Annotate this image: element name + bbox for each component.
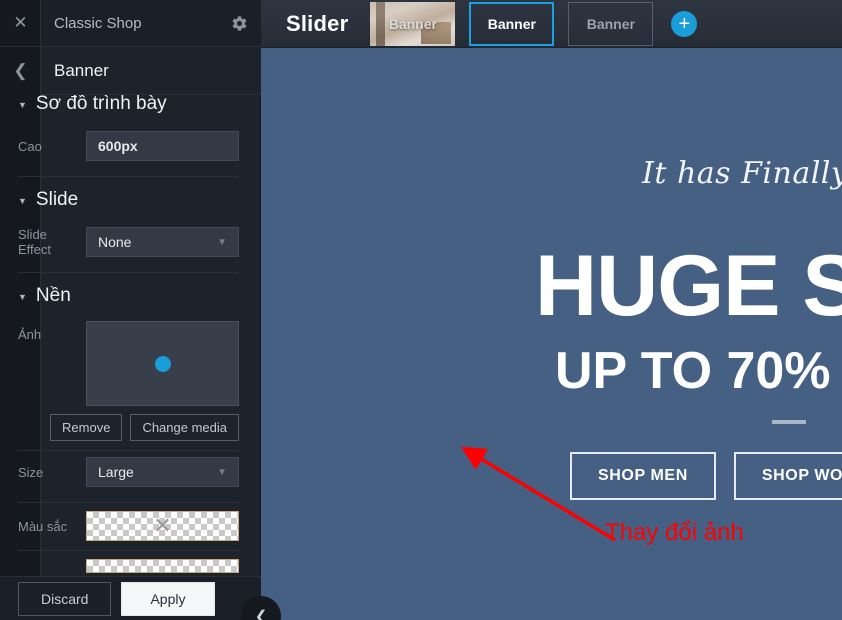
- height-row: Cao 600px: [0, 125, 261, 167]
- hero-banner: It has Finally sta HUGE S UP TO 70% SHOP…: [260, 48, 842, 620]
- hero-button-group: SHOP MEN SHOP WOMEN: [570, 452, 842, 500]
- sidebar-header: Classic Shop: [41, 0, 261, 47]
- height-input[interactable]: 600px: [86, 131, 239, 161]
- banner-tab-2[interactable]: Banner: [469, 1, 555, 46]
- gear-icon[interactable]: [231, 15, 248, 32]
- slider-toolbar: Slider Banner Banner Banner +: [260, 0, 842, 48]
- shop-women-button[interactable]: SHOP WOMEN: [733, 452, 842, 500]
- shop-men-button[interactable]: SHOP MEN: [570, 452, 716, 500]
- hero-divider-bottom: [772, 420, 806, 424]
- hero-subheadline: UP TO 70%: [555, 342, 831, 400]
- chevron-down-icon: ▼: [217, 466, 227, 478]
- banner-tab-2-label: Banner: [487, 15, 536, 32]
- banner-tab-3-label: Banner: [586, 15, 635, 32]
- banner-tab-1-label: Banner: [388, 15, 437, 32]
- annotation-label: Thay đổi ảnh: [605, 519, 744, 546]
- remove-button[interactable]: Remove: [50, 414, 123, 441]
- section-background-label: Nền: [35, 285, 71, 306]
- image-row: Ảnh: [0, 317, 261, 406]
- image-label: Ảnh: [18, 327, 42, 342]
- add-banner-button[interactable]: +: [671, 10, 698, 37]
- slide-effect-value: None: [98, 234, 132, 250]
- section-background[interactable]: ▼ Nền: [0, 273, 261, 317]
- banner-tab-1[interactable]: Banner: [370, 1, 456, 46]
- color-swatch[interactable]: ✕: [86, 511, 239, 541]
- slide-effect-select[interactable]: None ▼: [86, 227, 239, 257]
- back-arrow-icon[interactable]: ❮: [0, 47, 41, 94]
- page-title: Banner: [54, 60, 109, 80]
- sidebar-footer: Discard Apply: [0, 576, 261, 620]
- height-label: Cao: [18, 138, 42, 154]
- section-layout-label: Sơ đồ trình bày: [35, 95, 167, 114]
- apply-button[interactable]: Apply: [121, 581, 215, 616]
- section-layout[interactable]: ▼ Sơ đồ trình bày: [0, 95, 261, 125]
- hero-headline: HUGE S: [535, 238, 842, 334]
- close-icon[interactable]: ✕: [0, 0, 41, 47]
- sidebar-scroll-content[interactable]: ▼ Sơ đồ trình bày Cao 600px ▼ Slide Slid…: [0, 95, 261, 590]
- slider-title: Slider: [286, 10, 349, 36]
- size-select[interactable]: Large ▼: [86, 457, 239, 487]
- shop-name-label: Classic Shop: [54, 14, 142, 32]
- chevron-down-icon: ▼: [217, 236, 227, 248]
- app-root: Slider Banner Banner Banner + It has Fin…: [0, 0, 842, 620]
- transparent-x-icon: ✕: [153, 513, 172, 538]
- caret-down-icon: ▼: [18, 291, 27, 302]
- slide-effect-row: Slide Effect None ▼: [0, 221, 261, 263]
- settings-sidebar: ✕ ❮ Classic Shop Banner ▼ Sơ đồ trình bà…: [0, 0, 281, 620]
- banner-tab-3[interactable]: Banner: [568, 1, 654, 46]
- color-swatch-secondary[interactable]: [86, 559, 239, 573]
- discard-button[interactable]: Discard: [18, 581, 112, 616]
- loading-spinner-icon: [154, 355, 171, 372]
- color-label: Màu sắc: [18, 518, 68, 534]
- change-media-button[interactable]: Change media: [130, 414, 239, 441]
- caret-down-icon: ▼: [18, 195, 27, 206]
- section-slide[interactable]: ▼ Slide: [0, 177, 261, 221]
- slide-effect-label: Slide Effect: [18, 227, 52, 257]
- image-preview-box[interactable]: [86, 321, 239, 406]
- color-row: Màu sắc ✕: [0, 503, 261, 541]
- caret-down-icon: ▼: [18, 99, 27, 110]
- size-value: Large: [98, 464, 134, 480]
- sidebar-subheader: Banner: [41, 47, 261, 95]
- color-row-secondary: [0, 551, 261, 573]
- preview-canvas: Slider Banner Banner Banner + It has Fin…: [260, 0, 842, 620]
- hero-script-text: It has Finally sta: [642, 156, 842, 191]
- image-actions: Remove Change media: [0, 406, 261, 441]
- size-row: Size Large ▼: [0, 451, 261, 493]
- size-label: Size: [18, 464, 44, 480]
- plus-icon: +: [678, 12, 691, 35]
- section-slide-label: Slide: [35, 189, 79, 210]
